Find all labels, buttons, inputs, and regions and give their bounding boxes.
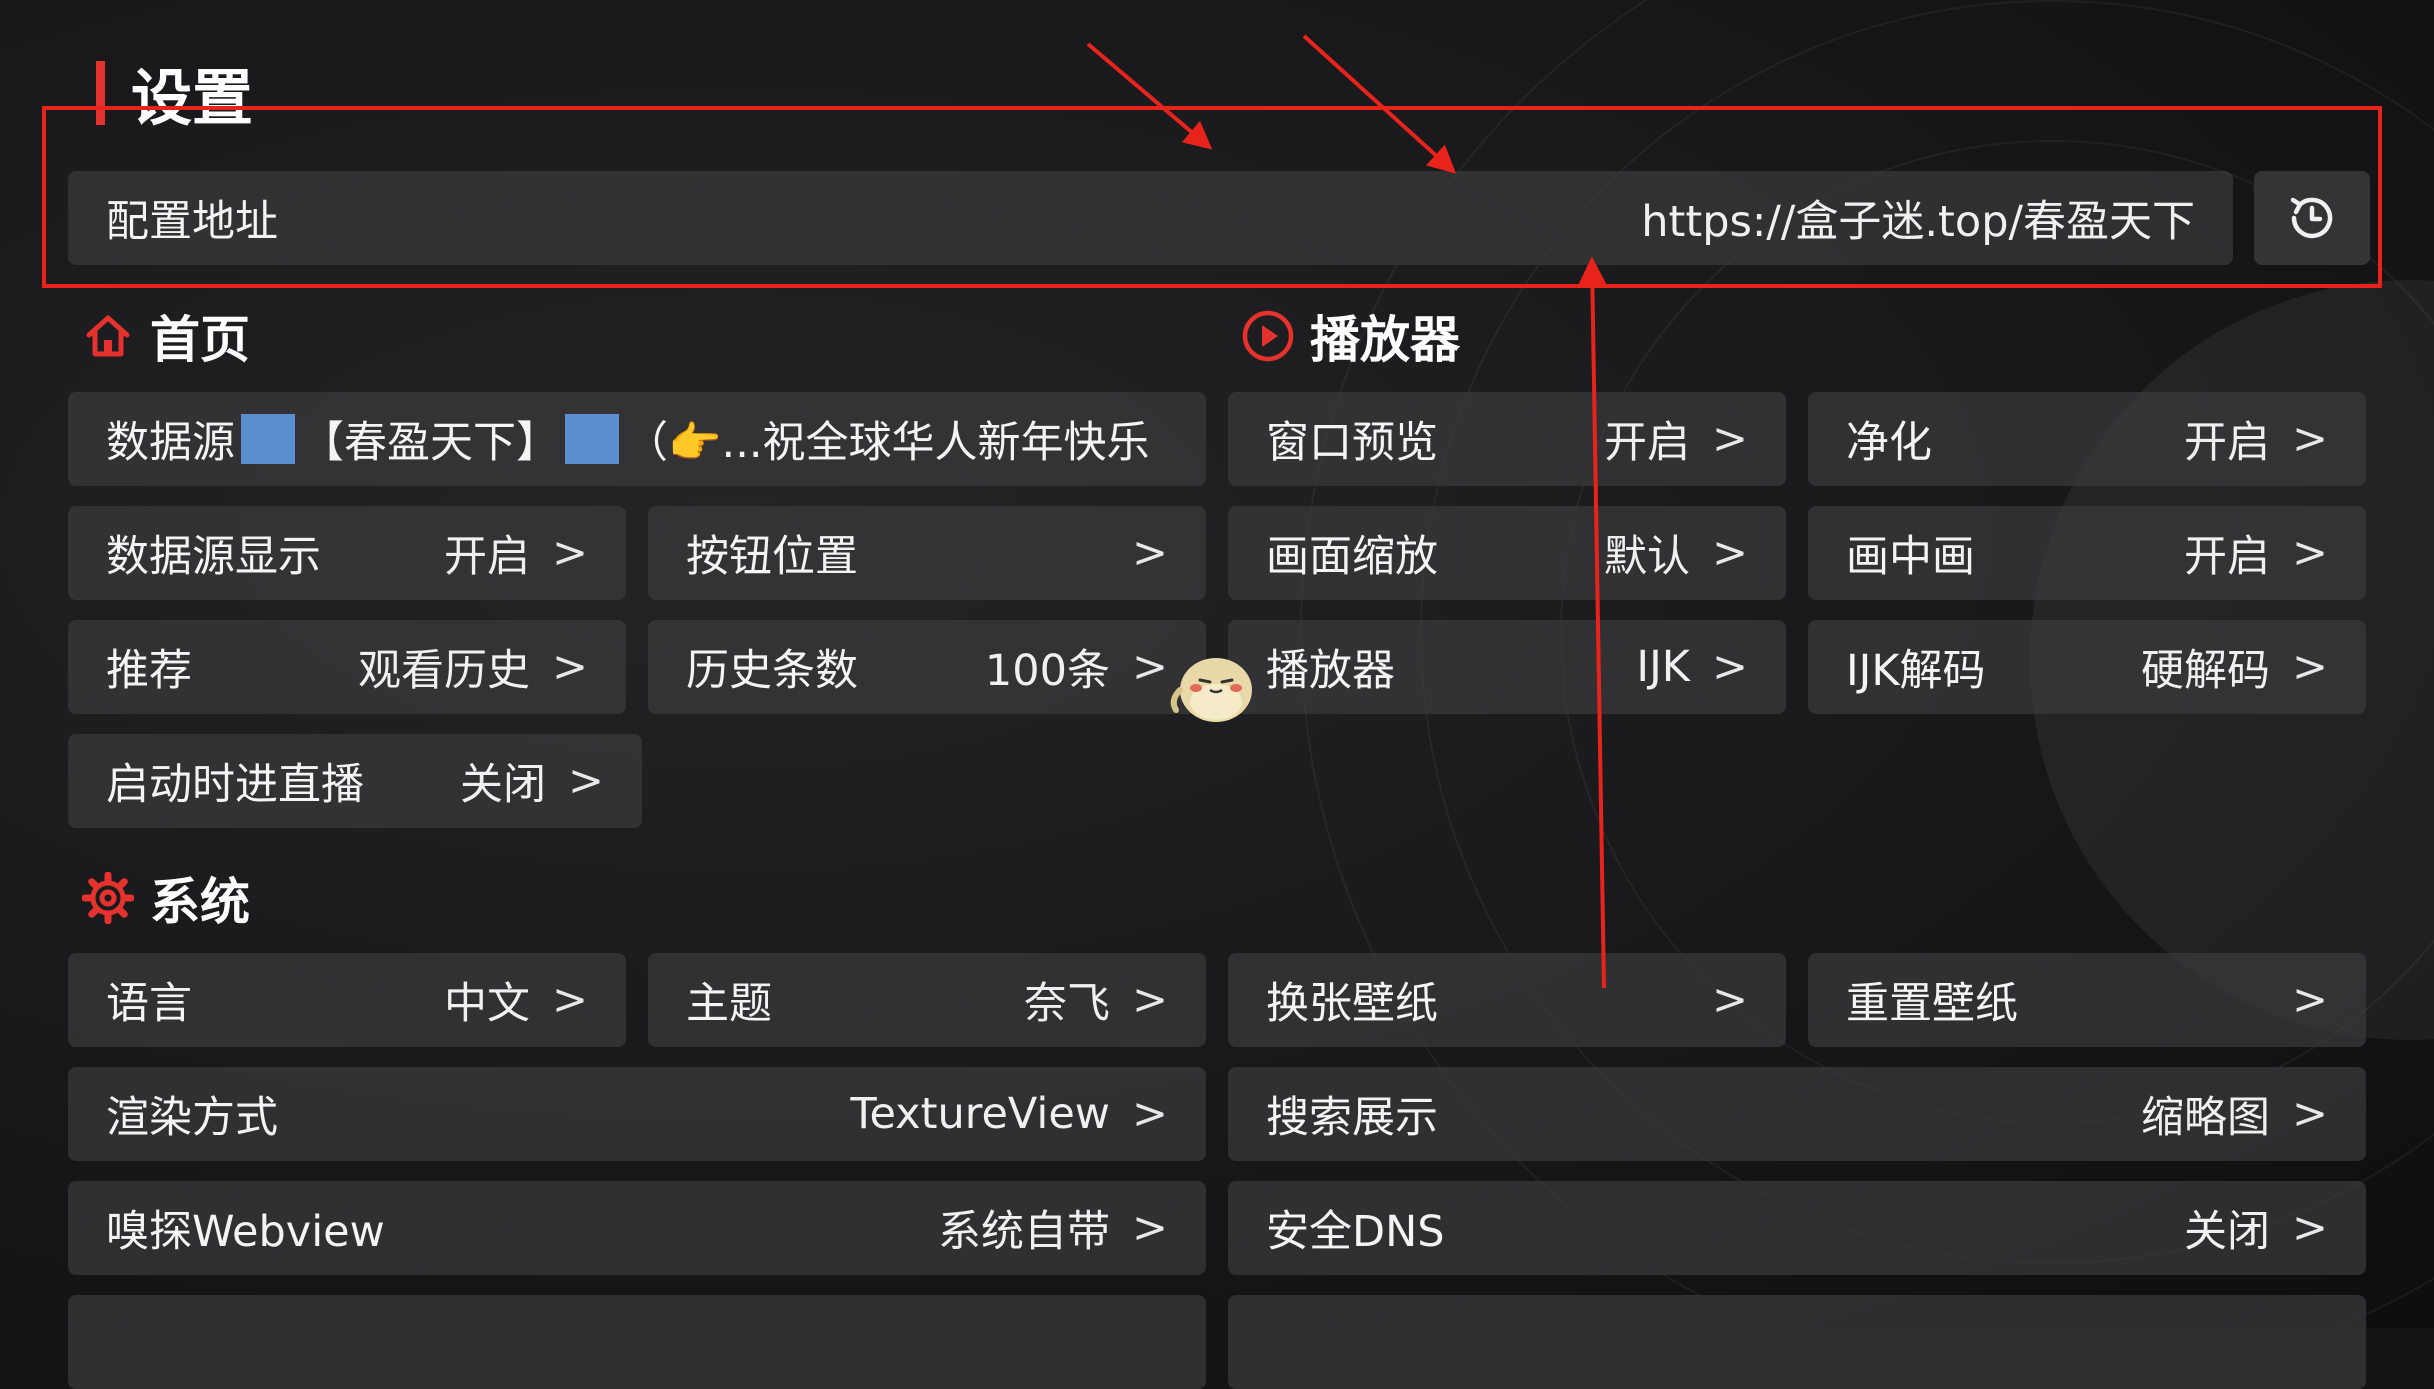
scale-row[interactable]: 画面缩放 默认 > [1228, 506, 1786, 600]
chevron-right-icon: > [1711, 642, 1748, 692]
chevron-right-icon: > [1131, 642, 1168, 692]
chevron-right-icon: > [2291, 414, 2328, 464]
chevron-right-icon: > [1131, 1089, 1168, 1139]
recommend-row[interactable]: 推荐 观看历史 > [68, 620, 626, 714]
search-display-row[interactable]: 搜索展示 缩略图 > [1228, 1067, 2366, 1161]
chevron-right-icon: > [1131, 528, 1168, 578]
render-mode-row[interactable]: 渲染方式 TextureView > [68, 1067, 1206, 1161]
home-icon [80, 308, 136, 364]
chevron-right-icon: > [2291, 1203, 2328, 1253]
chevron-right-icon: > [567, 756, 604, 806]
chevron-right-icon: > [2291, 1089, 2328, 1139]
page-title: 设置 [96, 48, 253, 137]
secure-dns-row[interactable]: 安全DNS 关闭 > [1228, 1181, 2366, 1275]
button-position-row[interactable]: 按钮位置 > [648, 506, 1206, 600]
mascot-sticker [1166, 640, 1262, 728]
ijk-decode-row[interactable]: IJK解码 硬解码 > [1808, 620, 2366, 714]
window-preview-row[interactable]: 窗口预览 开启 > [1228, 392, 1786, 486]
partial-row-right[interactable] [1228, 1295, 2366, 1389]
chevron-right-icon: > [2291, 975, 2328, 1025]
section-home: 首页 [80, 300, 250, 372]
player-row[interactable]: 播放器 IJK > [1228, 620, 1786, 714]
live-on-start-row[interactable]: 启动时进直播 关闭 > [68, 734, 642, 828]
chevron-right-icon: > [2291, 528, 2328, 578]
chevron-right-icon: > [551, 642, 588, 692]
config-address-label: 配置地址 [106, 197, 278, 247]
gear-icon [80, 870, 136, 926]
chevron-right-icon: > [1711, 528, 1748, 578]
blue-square-emoji [241, 414, 295, 464]
section-system: 系统 [80, 862, 250, 934]
data-source-row[interactable]: 数据源 【春盈天下】 （👉...祝全球华人新年快乐 [68, 392, 1206, 486]
source-display-row[interactable]: 数据源显示 开启 > [68, 506, 626, 600]
language-row[interactable]: 语言 中文 > [68, 953, 626, 1047]
chevron-right-icon: > [551, 528, 588, 578]
chevron-right-icon: > [551, 975, 588, 1025]
purify-row[interactable]: 净化 开启 > [1808, 392, 2366, 486]
partial-row-left[interactable] [68, 1295, 1206, 1389]
chevron-right-icon: > [1711, 414, 1748, 464]
play-circle-icon [1240, 308, 1296, 364]
history-icon [2290, 197, 2333, 239]
chevron-right-icon: > [1131, 975, 1168, 1025]
history-button[interactable] [2254, 171, 2370, 265]
section-player: 播放器 [1240, 300, 1460, 372]
chevron-right-icon: > [1711, 975, 1748, 1025]
reset-wallpaper-row[interactable]: 重置壁纸 > [1808, 953, 2366, 1047]
config-address-url: https://盒子迷.top/春盈天下 [1641, 197, 2195, 247]
title-accent-bar [96, 60, 105, 125]
pip-row[interactable]: 画中画 开启 > [1808, 506, 2366, 600]
theme-row[interactable]: 主题 奈飞 > [648, 953, 1206, 1047]
config-address-row[interactable]: 配置地址 https://盒子迷.top/春盈天下 [68, 171, 2233, 265]
history-count-row[interactable]: 历史条数 100条 > [648, 620, 1206, 714]
sniff-webview-row[interactable]: 嗅探Webview 系统自带 > [68, 1181, 1206, 1275]
chevron-right-icon: > [1131, 1203, 1168, 1253]
chevron-right-icon: > [2291, 642, 2328, 692]
blue-square-emoji [565, 414, 619, 464]
change-wallpaper-row[interactable]: 换张壁纸 > [1228, 953, 1786, 1047]
